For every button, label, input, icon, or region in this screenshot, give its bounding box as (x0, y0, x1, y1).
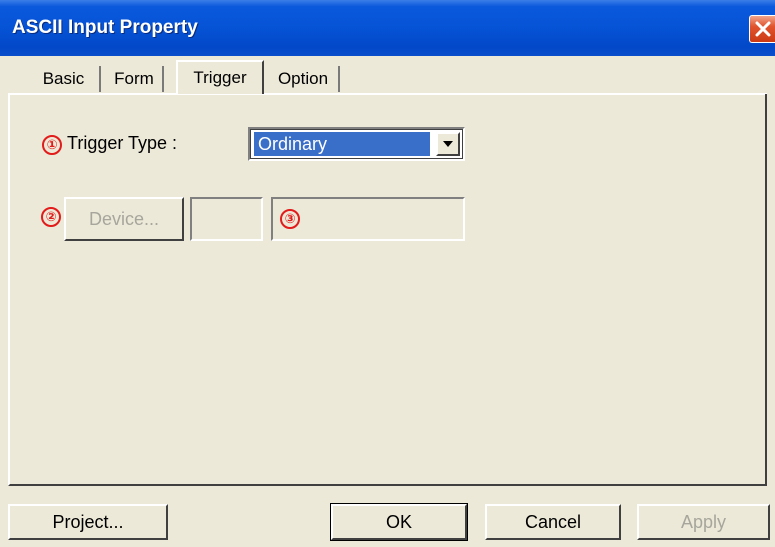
title-bar[interactable]: ASCII Input Property (0, 0, 775, 56)
tab-option[interactable]: Option (268, 66, 340, 92)
trigger-type-dropdown-button[interactable] (436, 132, 460, 156)
window-title: ASCII Input Property (12, 17, 198, 38)
device-comment-field[interactable]: ③ (271, 197, 465, 241)
tab-trigger[interactable]: Trigger (176, 60, 264, 94)
ok-button[interactable]: OK (330, 503, 468, 541)
close-button[interactable] (749, 15, 775, 43)
device-button[interactable]: Device... (64, 197, 184, 241)
trigger-type-value: Ordinary (254, 132, 430, 156)
marker-1-badge: ① (42, 135, 62, 155)
trigger-type-select[interactable]: Ordinary (248, 127, 465, 161)
tab-basic[interactable]: Basic (28, 66, 101, 92)
apply-button[interactable]: Apply (637, 504, 770, 540)
marker-3-badge: ③ (280, 209, 300, 229)
dialog-window: ASCII Input Property Basic Form Trigger … (0, 0, 775, 547)
tab-form[interactable]: Form (106, 66, 164, 92)
marker-2-badge: ② (41, 207, 61, 227)
project-button[interactable]: Project... (8, 504, 168, 540)
cancel-button[interactable]: Cancel (485, 504, 621, 540)
trigger-type-label: Trigger Type : (67, 133, 178, 153)
device-address-field[interactable] (190, 197, 263, 241)
